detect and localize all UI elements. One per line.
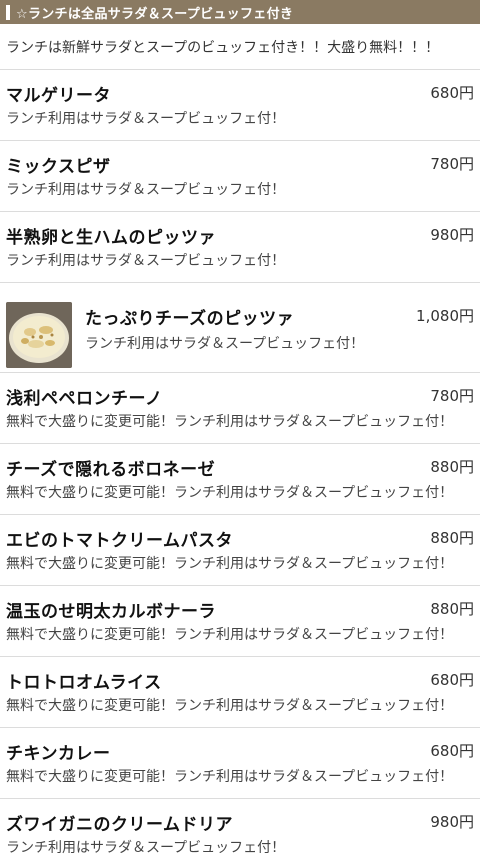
menu-item-shrimp-tomato-cream-pasta[interactable]: エビのトマトクリームパスタ 880円 無料で大盛りに変更可能！ランチ利用はサラダ… bbox=[0, 515, 480, 586]
menu-item-price: 1,080円 bbox=[416, 307, 474, 325]
section-title: ☆ランチは全品サラダ＆スープビュッフェ付き bbox=[16, 6, 294, 22]
menu-item-mentaiko-carbonara[interactable]: 温玉のせ明太カルボナーラ 880円 無料で大盛りに変更可能！ランチ利用はサラダ＆… bbox=[0, 586, 480, 657]
menu-item-description: ランチ利用はサラダ＆スープビュッフェ付！ bbox=[6, 182, 286, 198]
menu-item-name: 半熟卵と生ハムのピッツァ bbox=[6, 228, 216, 248]
menu-item-omurice[interactable]: トロトロオムライス 680円 無料で大盛りに変更可能！ランチ利用はサラダ＆スープ… bbox=[0, 657, 480, 728]
menu-item-description: 無料で大盛りに変更可能！ランチ利用はサラダ＆スープビュッフェ付！ bbox=[6, 627, 454, 643]
menu-item-name: ミックスピザ bbox=[6, 157, 111, 177]
menu-item-price: 680円 bbox=[430, 742, 474, 760]
menu-item-description: ランチ利用はサラダ＆スープビュッフェ付！ bbox=[85, 336, 365, 352]
menu-item-price: 980円 bbox=[430, 226, 474, 244]
menu-item-price: 680円 bbox=[430, 84, 474, 102]
menu-item-egg-ham-pizza[interactable]: 半熟卵と生ハムのピッツァ 980円 ランチ利用はサラダ＆スープビュッフェ付！ bbox=[0, 212, 480, 283]
menu-item-price: 780円 bbox=[430, 387, 474, 405]
menu-item-description: 無料で大盛りに変更可能！ランチ利用はサラダ＆スープビュッフェ付！ bbox=[6, 556, 454, 572]
menu-item-description: ランチ利用はサラダ＆スープビュッフェ付！ bbox=[6, 840, 286, 856]
menu-item-price: 680円 bbox=[430, 671, 474, 689]
menu-item-name: 温玉のせ明太カルボナーラ bbox=[6, 602, 216, 622]
menu-item-name: マルゲリータ bbox=[6, 86, 111, 106]
intro-text: ランチは新鮮サラダとスープのビュッフェ付き！！大盛り無料！！！ bbox=[0, 24, 480, 70]
menu-item-name: チキンカレー bbox=[6, 744, 111, 764]
menu-item-cheese-pizza[interactable]: たっぷりチーズのピッツァ 1,080円 ランチ利用はサラダ＆スープビュッフェ付！ bbox=[0, 283, 480, 373]
header-bar-icon bbox=[6, 4, 10, 20]
menu-item-description: 無料で大盛りに変更可能！ランチ利用はサラダ＆スープビュッフェ付！ bbox=[6, 414, 454, 430]
menu-item-name: チーズで隠れるボロネーゼ bbox=[6, 460, 216, 480]
menu-item-name: エビのトマトクリームパスタ bbox=[6, 531, 233, 551]
section-header: ☆ランチは全品サラダ＆スープビュッフェ付き bbox=[0, 0, 480, 24]
menu-item-description: 無料で大盛りに変更可能！ランチ利用はサラダ＆スープビュッフェ付！ bbox=[6, 769, 454, 785]
menu-item-name: 浅利ペペロンチーノ bbox=[6, 389, 163, 409]
menu-item-mix-pizza[interactable]: ミックスピザ 780円 ランチ利用はサラダ＆スープビュッフェ付！ bbox=[0, 141, 480, 212]
pizza-thumbnail-image[interactable] bbox=[6, 302, 72, 368]
menu-item-price: 980円 bbox=[430, 813, 474, 831]
menu-item-chicken-curry[interactable]: チキンカレー 680円 無料で大盛りに変更可能！ランチ利用はサラダ＆スープビュッ… bbox=[0, 728, 480, 799]
pizza-photo-icon bbox=[6, 302, 72, 368]
menu-item-name: たっぷりチーズのピッツァ bbox=[85, 309, 295, 329]
menu-item-clam-peperoncino[interactable]: 浅利ペペロンチーノ 780円 無料で大盛りに変更可能！ランチ利用はサラダ＆スープ… bbox=[0, 373, 480, 444]
menu-item-description: 無料で大盛りに変更可能！ランチ利用はサラダ＆スープビュッフェ付！ bbox=[6, 485, 454, 501]
menu-item-description: ランチ利用はサラダ＆スープビュッフェ付！ bbox=[6, 111, 286, 127]
menu-item-description: ランチ利用はサラダ＆スープビュッフェ付！ bbox=[6, 253, 286, 269]
menu-item-name: トロトロオムライス bbox=[6, 673, 162, 693]
menu-item-price: 880円 bbox=[430, 529, 474, 547]
menu-item-price: 880円 bbox=[430, 600, 474, 618]
menu-item-crab-cream-doria[interactable]: ズワイガニのクリームドリア 980円 ランチ利用はサラダ＆スープビュッフェ付！ bbox=[0, 799, 480, 863]
menu-item-bolognese[interactable]: チーズで隠れるボロネーゼ 880円 無料で大盛りに変更可能！ランチ利用はサラダ＆… bbox=[0, 444, 480, 515]
menu-item-price: 780円 bbox=[430, 155, 474, 173]
menu-item-margherita[interactable]: マルゲリータ 680円 ランチ利用はサラダ＆スープビュッフェ付！ bbox=[0, 70, 480, 141]
menu-item-price: 880円 bbox=[430, 458, 474, 476]
menu-item-description: 無料で大盛りに変更可能！ランチ利用はサラダ＆スープビュッフェ付！ bbox=[6, 698, 454, 714]
menu-item-name: ズワイガニのクリームドリア bbox=[6, 815, 233, 835]
